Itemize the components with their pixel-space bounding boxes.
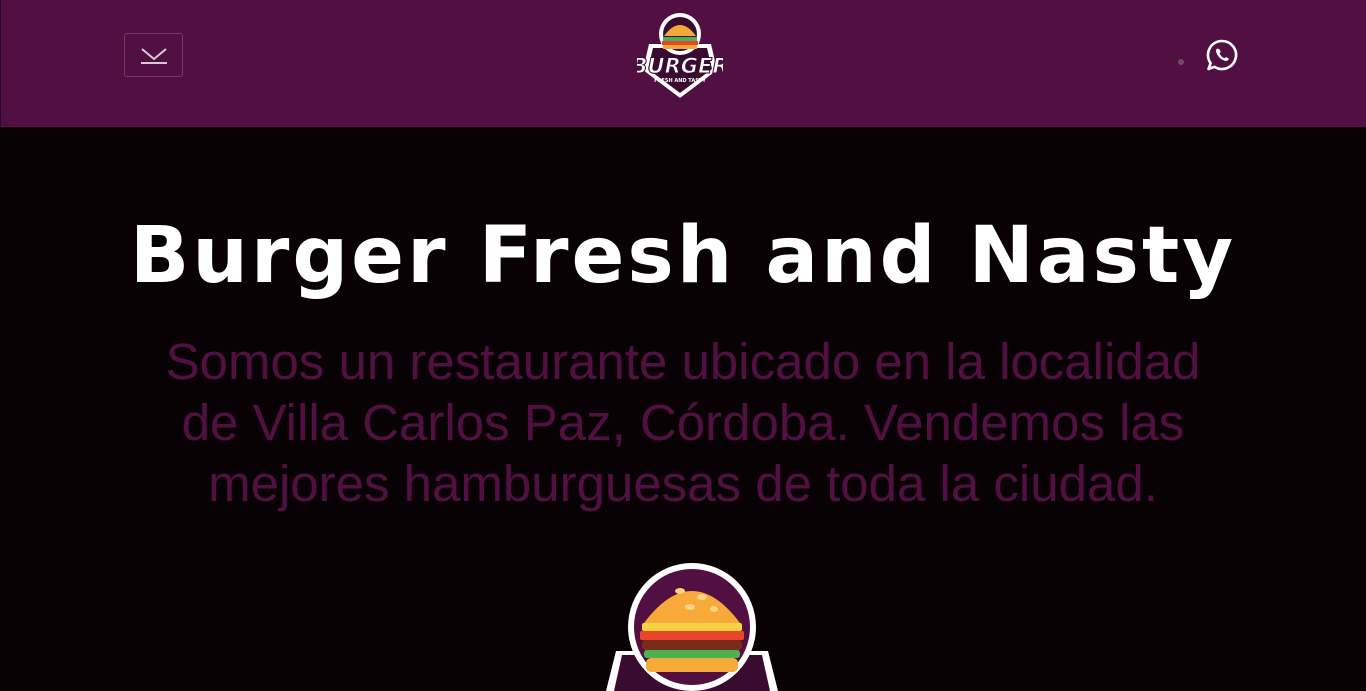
top-navbar: BURGER FRESH AND TASTY: [0, 0, 1366, 127]
hero-section: Burger Fresh and Nasty Somos un restaura…: [0, 127, 1366, 691]
hero-title: Burger Fresh and Nasty: [129, 211, 1237, 301]
hero-description: Somos un restaurante ubicado en la local…: [165, 333, 1201, 512]
svg-text:BURGER: BURGER: [637, 54, 723, 78]
chevron-down-icon: [140, 48, 167, 64]
menu-toggle-button[interactable]: [124, 33, 183, 77]
svg-text:FRESH AND TASTY: FRESH AND TASTY: [654, 78, 706, 84]
burger-logo: BURGER FRESH AND TASTY: [631, 13, 729, 98]
brand-logo-link[interactable]: BURGER FRESH AND TASTY: [631, 10, 729, 100]
hero-burger-logo: [606, 563, 778, 691]
whatsapp-link[interactable]: [1205, 38, 1239, 72]
logo-text: BURGER FRESH AND TASTY: [631, 54, 729, 85]
nav-indicator-dot: [1178, 59, 1184, 65]
whatsapp-icon: [1206, 39, 1238, 71]
